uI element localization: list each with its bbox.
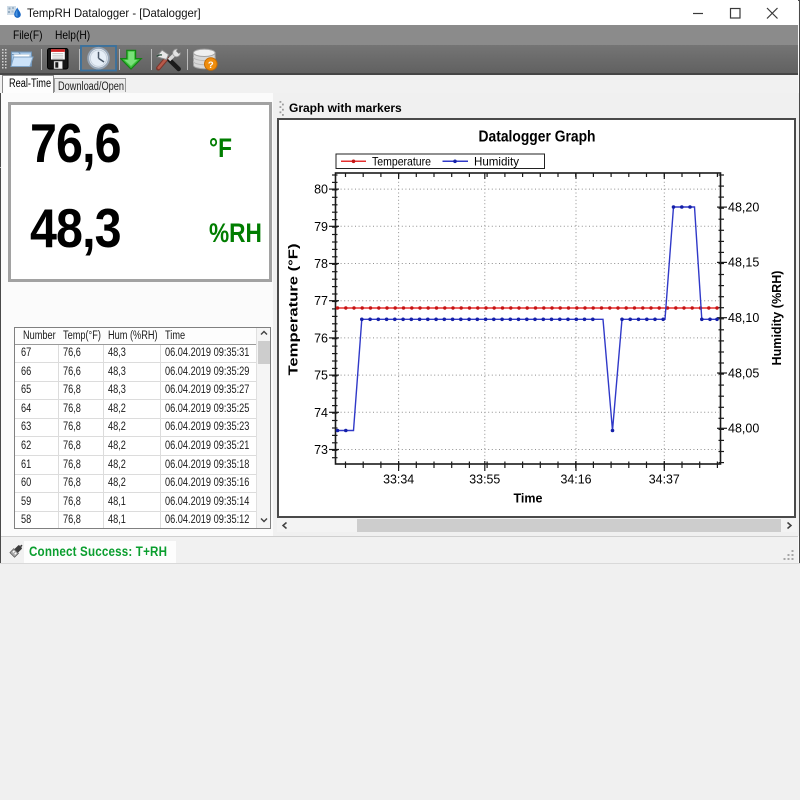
svg-text:Humidity: Humidity xyxy=(474,154,519,168)
svg-text:Temperature (°F): Temperature (°F) xyxy=(286,243,301,375)
svg-text:80: 80 xyxy=(314,182,328,196)
svg-text:75: 75 xyxy=(314,368,328,382)
svg-text:48,05: 48,05 xyxy=(728,366,759,380)
svg-text:Temperature: Temperature xyxy=(372,154,431,168)
svg-text:48,20: 48,20 xyxy=(728,200,759,214)
svg-text:Time: Time xyxy=(514,491,543,505)
svg-text:Datalogger Graph: Datalogger Graph xyxy=(479,128,596,145)
svg-text:79: 79 xyxy=(314,219,328,233)
svg-text:73: 73 xyxy=(314,443,328,457)
svg-text:34:37: 34:37 xyxy=(649,472,680,486)
svg-text:77: 77 xyxy=(314,294,328,308)
svg-text:48,00: 48,00 xyxy=(728,421,759,435)
svg-text:?: ? xyxy=(208,60,214,71)
svg-text:48,10: 48,10 xyxy=(728,311,759,325)
svg-text:76: 76 xyxy=(314,331,328,345)
svg-text:48,15: 48,15 xyxy=(728,255,759,269)
svg-text:34:16: 34:16 xyxy=(561,472,592,486)
svg-text:78: 78 xyxy=(314,257,328,271)
svg-text:33:34: 33:34 xyxy=(383,472,414,486)
svg-text:74: 74 xyxy=(314,405,328,419)
svg-text:Humidity (%RH): Humidity (%RH) xyxy=(769,270,784,365)
svg-text:33:55: 33:55 xyxy=(469,472,500,486)
